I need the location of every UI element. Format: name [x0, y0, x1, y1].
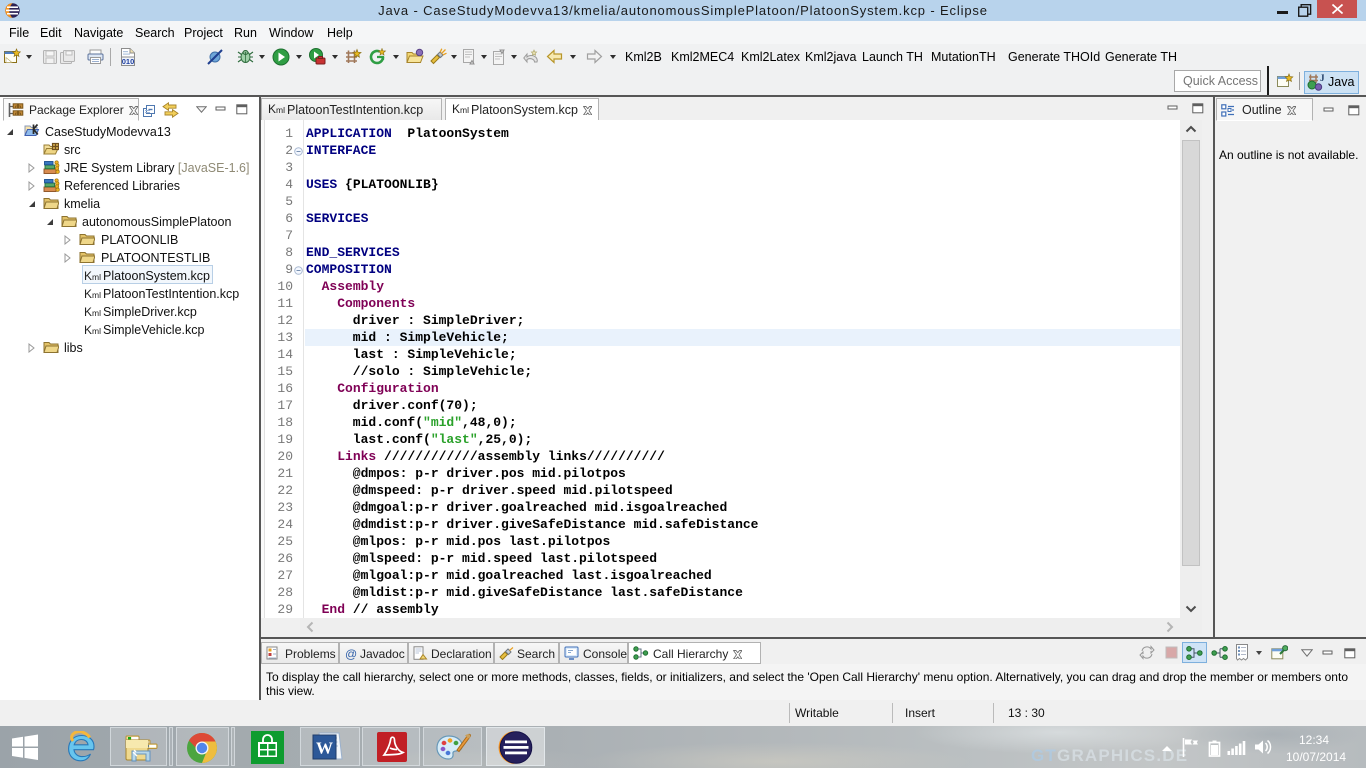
svg-text:010: 010 [122, 57, 135, 66]
svg-text:J: J [1320, 73, 1324, 83]
svg-text:W: W [316, 739, 333, 758]
